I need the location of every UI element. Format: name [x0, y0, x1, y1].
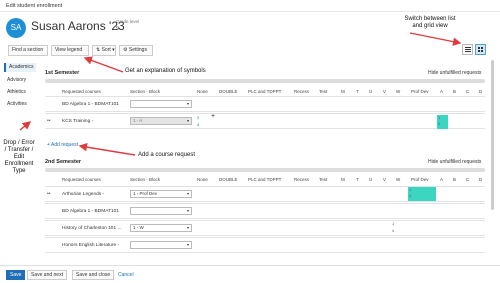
section-select[interactable]: ▾ — [130, 207, 192, 215]
col-header: Section - Block — [130, 89, 161, 94]
col-header: W — [396, 89, 401, 94]
col-header: Prof Dev — [411, 89, 429, 94]
cancel-link[interactable]: Cancel — [118, 272, 134, 278]
teal-number: 4 — [438, 121, 441, 126]
col-header: T — [356, 89, 359, 94]
course-name: KCS Training - — [62, 119, 94, 124]
col-header: PLC and TDPPT — [248, 177, 282, 182]
window-titlebar: Edit student enrollment — [0, 0, 500, 12]
col-header: C — [466, 89, 470, 94]
col-header: Prof Dev — [411, 177, 429, 182]
col-header: B — [453, 177, 457, 182]
teal-number: 1 — [438, 115, 441, 120]
col-header: Section - Block — [130, 177, 161, 182]
section-select[interactable]: 1 - Prof Dev ▾ — [130, 190, 192, 198]
section-select[interactable]: ▾ — [130, 241, 192, 249]
col-header: W — [396, 177, 401, 182]
annotation-switch-view: Switch between list and grid view — [404, 16, 456, 29]
student-name: Susan Aarons '23 — [31, 19, 125, 33]
semester-1-hscroll[interactable] — [45, 79, 485, 83]
annotation-legend: Get an explanation of symbols — [125, 68, 206, 74]
col-header: M — [341, 89, 345, 94]
course-name: BD Algebra 1 - BDMAT101 — [62, 209, 119, 214]
table-row — [45, 113, 485, 129]
course-name: BD Algebra 1 - BDMAT101 — [62, 102, 119, 107]
settings-button[interactable]: ⚙ Settings — [119, 45, 153, 56]
col-header: Requested courses — [62, 177, 101, 182]
course-name: Arthurian Legends - — [62, 192, 105, 197]
col-header: B — [453, 89, 457, 94]
w-count-top: 1 — [392, 221, 395, 226]
view-legend-button[interactable]: View legend — [51, 45, 89, 56]
sidebar-item-athletics[interactable]: Athletics — [4, 88, 36, 97]
col-header: DOUBLE — [219, 89, 238, 94]
save-and-close-button[interactable]: Save and close — [72, 270, 115, 280]
semester-2-hide-link[interactable]: Hide unfulfilled requests — [428, 159, 481, 165]
find-section-button[interactable]: Find a section — [8, 45, 48, 56]
teal-block — [408, 187, 436, 201]
arrow-switch-view — [409, 32, 462, 46]
blue-count-bottom: 4 — [197, 122, 200, 127]
col-header: C — [466, 177, 470, 182]
teal-number: 4 — [409, 193, 412, 198]
teal-number: 1 — [409, 187, 412, 192]
blue-count-top: 2 — [197, 115, 200, 120]
section-select[interactable]: ▾ — [130, 100, 192, 108]
add-request-link[interactable]: + Add request — [47, 142, 78, 148]
col-header: Test — [319, 89, 328, 94]
col-header: V — [383, 89, 387, 94]
col-header: A — [440, 177, 444, 182]
drag-handle[interactable]: •• — [47, 118, 51, 124]
grade-label: Grade level — [116, 19, 140, 24]
col-header: U — [369, 177, 373, 182]
col-header: None — [197, 177, 208, 182]
section-select: 1 - A ▾ — [130, 117, 192, 125]
arrow-drop — [19, 121, 32, 131]
footer: Save Save and next Save and close Cancel — [0, 265, 500, 283]
grade-value: 9 — [116, 26, 119, 32]
sidebar-item-academics[interactable]: Academics — [4, 63, 36, 72]
col-header: V — [383, 177, 387, 182]
grid-view-button[interactable] — [475, 44, 486, 55]
arrow-add-request — [78, 142, 136, 156]
save-and-next-button[interactable]: Save and next — [27, 270, 67, 280]
course-name: History of Charleston 101 ... — [62, 226, 122, 231]
semester-1-hide-link[interactable]: Hide unfulfilled requests — [428, 70, 481, 76]
col-header: T — [356, 177, 359, 182]
col-header: Recess — [294, 89, 310, 94]
col-header: U — [369, 89, 373, 94]
list-view-button[interactable] — [462, 44, 473, 55]
annotation-add-request: Add a course request — [138, 152, 196, 158]
col-header: M — [341, 177, 345, 182]
sidebar-item-advisory[interactable]: Advisory — [4, 76, 36, 85]
col-header: Test — [319, 177, 328, 182]
sidebar-item-activities[interactable]: Activities — [4, 100, 36, 109]
semester-2-hscroll[interactable] — [45, 168, 485, 172]
plus-marker: + — [211, 113, 216, 120]
col-header: DOUBLE — [219, 177, 238, 182]
course-name: Honors English Literature - — [62, 243, 120, 248]
col-header: None — [197, 89, 208, 94]
arrow-legend — [83, 56, 124, 73]
col-header: Recess — [294, 177, 310, 182]
avatar: SA — [6, 18, 26, 38]
save-button[interactable]: Save — [6, 270, 26, 280]
col-header: PLC and TDPPT — [248, 89, 282, 94]
drag-handle[interactable]: •• — [47, 191, 51, 197]
vertical-scrollbar[interactable] — [491, 60, 494, 210]
sort-button[interactable]: ⇅ Sort ▾ — [92, 45, 116, 56]
w-count-bottom: 4 — [392, 228, 395, 233]
col-header: A — [440, 89, 444, 94]
annotation-drop: Drop / Error / Transfer / Edit Enrollment Ty… — [3, 140, 35, 174]
semester-1-title: 1st Semester — [45, 70, 80, 76]
section-select[interactable]: 1 - W ▾ — [130, 224, 192, 232]
col-header: Requested courses — [62, 89, 101, 94]
semester-2-title: 2nd Semester — [45, 159, 82, 165]
window-title: Edit student enrollment — [6, 3, 63, 9]
col-header: D — [479, 89, 483, 94]
col-header: D — [479, 177, 483, 182]
